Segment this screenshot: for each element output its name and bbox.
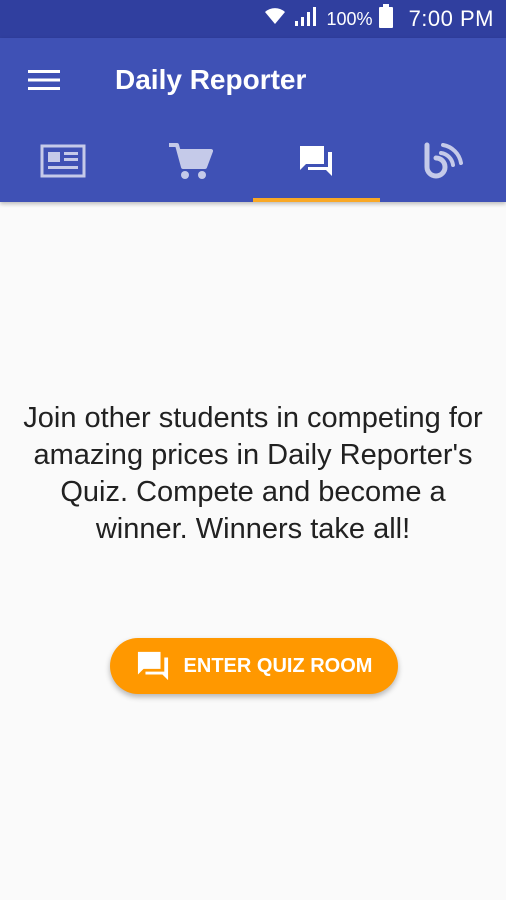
tab-quiz[interactable] <box>253 120 380 202</box>
quiz-description: Join other students in competing for ama… <box>23 402 483 545</box>
menu-button[interactable] <box>22 58 66 102</box>
tab-bar <box>0 120 506 202</box>
tab-indicator-active <box>253 198 380 202</box>
tab-shop[interactable] <box>127 120 254 202</box>
enter-quiz-room-label: ENTER QUIZ ROOM <box>183 654 373 677</box>
status-bar: 100% 7:00 PM <box>0 0 506 38</box>
wifi-icon <box>263 6 287 32</box>
newspaper-icon <box>40 144 86 178</box>
tab-news[interactable] <box>0 120 127 202</box>
tab-blog[interactable] <box>380 120 506 202</box>
blog-icon <box>424 142 463 179</box>
status-time: 7:00 PM <box>408 6 494 31</box>
forum-icon <box>137 651 168 681</box>
tab-indicator <box>0 198 127 202</box>
battery-percent: 100% <box>326 8 373 29</box>
shopping-cart-icon <box>168 143 213 179</box>
signal-icon <box>293 5 319 33</box>
tab-indicator <box>380 198 506 202</box>
menu-icon <box>28 70 60 90</box>
app-title: Daily Reporter <box>115 64 307 95</box>
battery-icon <box>378 4 393 34</box>
forum-icon <box>300 146 333 176</box>
tab-indicator <box>127 198 254 202</box>
enter-quiz-room-button[interactable]: ENTER QUIZ ROOM <box>110 638 398 694</box>
app-bar: Daily Reporter <box>0 38 506 202</box>
